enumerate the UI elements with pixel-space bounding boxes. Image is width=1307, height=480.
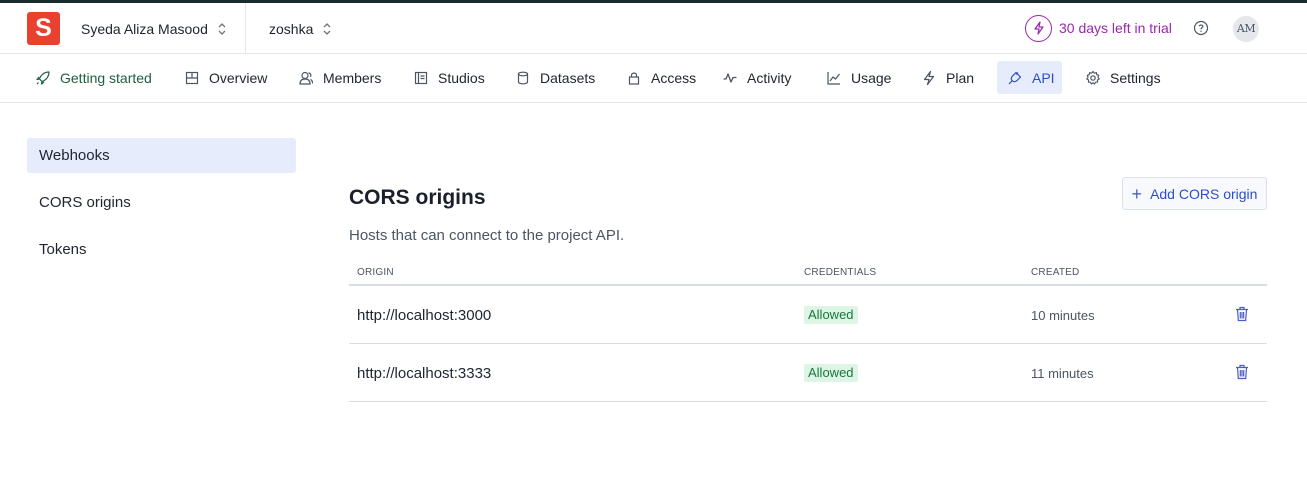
table-row: http://localhost:3333 Allowed 11 minutes xyxy=(349,344,1267,402)
tab-label: Settings xyxy=(1110,69,1161,86)
add-cors-origin-button[interactable]: + Add CORS origin xyxy=(1122,177,1267,210)
sidebar-item-label: Tokens xyxy=(39,241,87,258)
header-divider xyxy=(245,3,246,54)
add-cors-origin-label: Add CORS origin xyxy=(1150,185,1258,202)
credentials-badge: Allowed xyxy=(804,306,858,324)
bolt-icon xyxy=(923,70,935,85)
trial-indicator[interactable]: 30 days left in trial xyxy=(1025,14,1172,42)
created-cell: 10 minutes xyxy=(1031,307,1095,323)
org-name: Syeda Aliza Masood xyxy=(81,20,208,37)
sidebar-item-webhooks[interactable]: Webhooks xyxy=(27,138,296,173)
tab-label: Studios xyxy=(438,69,485,86)
trial-text: 30 days left in trial xyxy=(1059,20,1172,36)
column-header-created: CREATED xyxy=(1031,267,1080,278)
project-name: zoshka xyxy=(269,20,314,37)
members-icon xyxy=(299,71,314,85)
tab-label: Members xyxy=(323,69,382,86)
database-icon xyxy=(517,71,529,84)
user-avatar[interactable]: AM xyxy=(1233,16,1259,42)
sidebar-item-label: CORS origins xyxy=(39,194,131,211)
tab-activity[interactable]: Activity xyxy=(712,61,801,94)
tab-plan[interactable]: Plan xyxy=(911,61,984,94)
sidebar-item-tokens[interactable]: Tokens xyxy=(27,232,296,267)
gear-icon xyxy=(1086,70,1100,85)
chevron-updown-icon xyxy=(218,22,226,35)
sidebar-item-label: Webhooks xyxy=(39,147,110,164)
tab-settings[interactable]: Settings xyxy=(1075,61,1171,94)
origin-cell: http://localhost:3333 xyxy=(357,364,492,382)
layout-icon xyxy=(185,71,199,84)
studios-icon xyxy=(414,71,428,84)
bolt-icon xyxy=(1025,14,1052,42)
origin-cell: http://localhost:3000 xyxy=(357,306,492,324)
tab-label: Usage xyxy=(851,69,892,86)
rocket-icon xyxy=(36,70,50,85)
tab-datasets[interactable]: Datasets xyxy=(505,61,605,94)
sanity-logo[interactable]: S xyxy=(27,12,60,45)
tab-api[interactable]: API xyxy=(997,61,1062,94)
page-title: CORS origins xyxy=(349,186,486,209)
project-switcher[interactable]: zoshka xyxy=(269,3,332,54)
chevron-updown-icon xyxy=(323,22,331,35)
tab-label: Activity xyxy=(747,69,792,86)
sidebar-item-cors-origins[interactable]: CORS origins xyxy=(27,185,296,220)
trash-icon[interactable] xyxy=(1235,306,1249,322)
chart-icon xyxy=(827,71,840,85)
project-nav: Getting started Overview Members Studios… xyxy=(0,55,1307,103)
created-cell: 11 minutes xyxy=(1031,365,1094,381)
lock-icon xyxy=(628,72,640,85)
tab-label: Getting started xyxy=(60,69,152,86)
tab-label: Datasets xyxy=(540,69,596,86)
tab-studios[interactable]: Studios xyxy=(403,61,495,94)
page-subtitle: Hosts that can connect to the project AP… xyxy=(349,227,625,244)
plus-icon: + xyxy=(1131,183,1143,204)
plug-icon xyxy=(1008,71,1022,84)
tab-getting-started[interactable]: Getting started xyxy=(25,61,162,94)
help-icon[interactable] xyxy=(1193,20,1209,36)
tab-label: Overview xyxy=(209,69,268,86)
tab-label: API xyxy=(1032,69,1055,86)
app-header: S Syeda Aliza Masood zoshka 30 days left… xyxy=(0,3,1307,54)
column-header-origin: ORIGIN xyxy=(357,267,394,278)
table-row: http://localhost:3000 Allowed 10 minutes xyxy=(349,286,1267,344)
trash-icon[interactable] xyxy=(1235,364,1249,380)
credentials-badge: Allowed xyxy=(804,364,858,382)
activity-icon xyxy=(723,72,737,83)
org-switcher[interactable]: Syeda Aliza Masood xyxy=(81,3,227,54)
tab-overview[interactable]: Overview xyxy=(174,61,277,94)
tab-usage[interactable]: Usage xyxy=(816,61,901,94)
tab-members[interactable]: Members xyxy=(288,61,391,94)
tab-label: Plan xyxy=(946,69,975,86)
tab-label: Access xyxy=(651,69,697,86)
tab-access[interactable]: Access xyxy=(616,61,706,94)
column-header-credentials: CREDENTIALS xyxy=(804,267,877,278)
